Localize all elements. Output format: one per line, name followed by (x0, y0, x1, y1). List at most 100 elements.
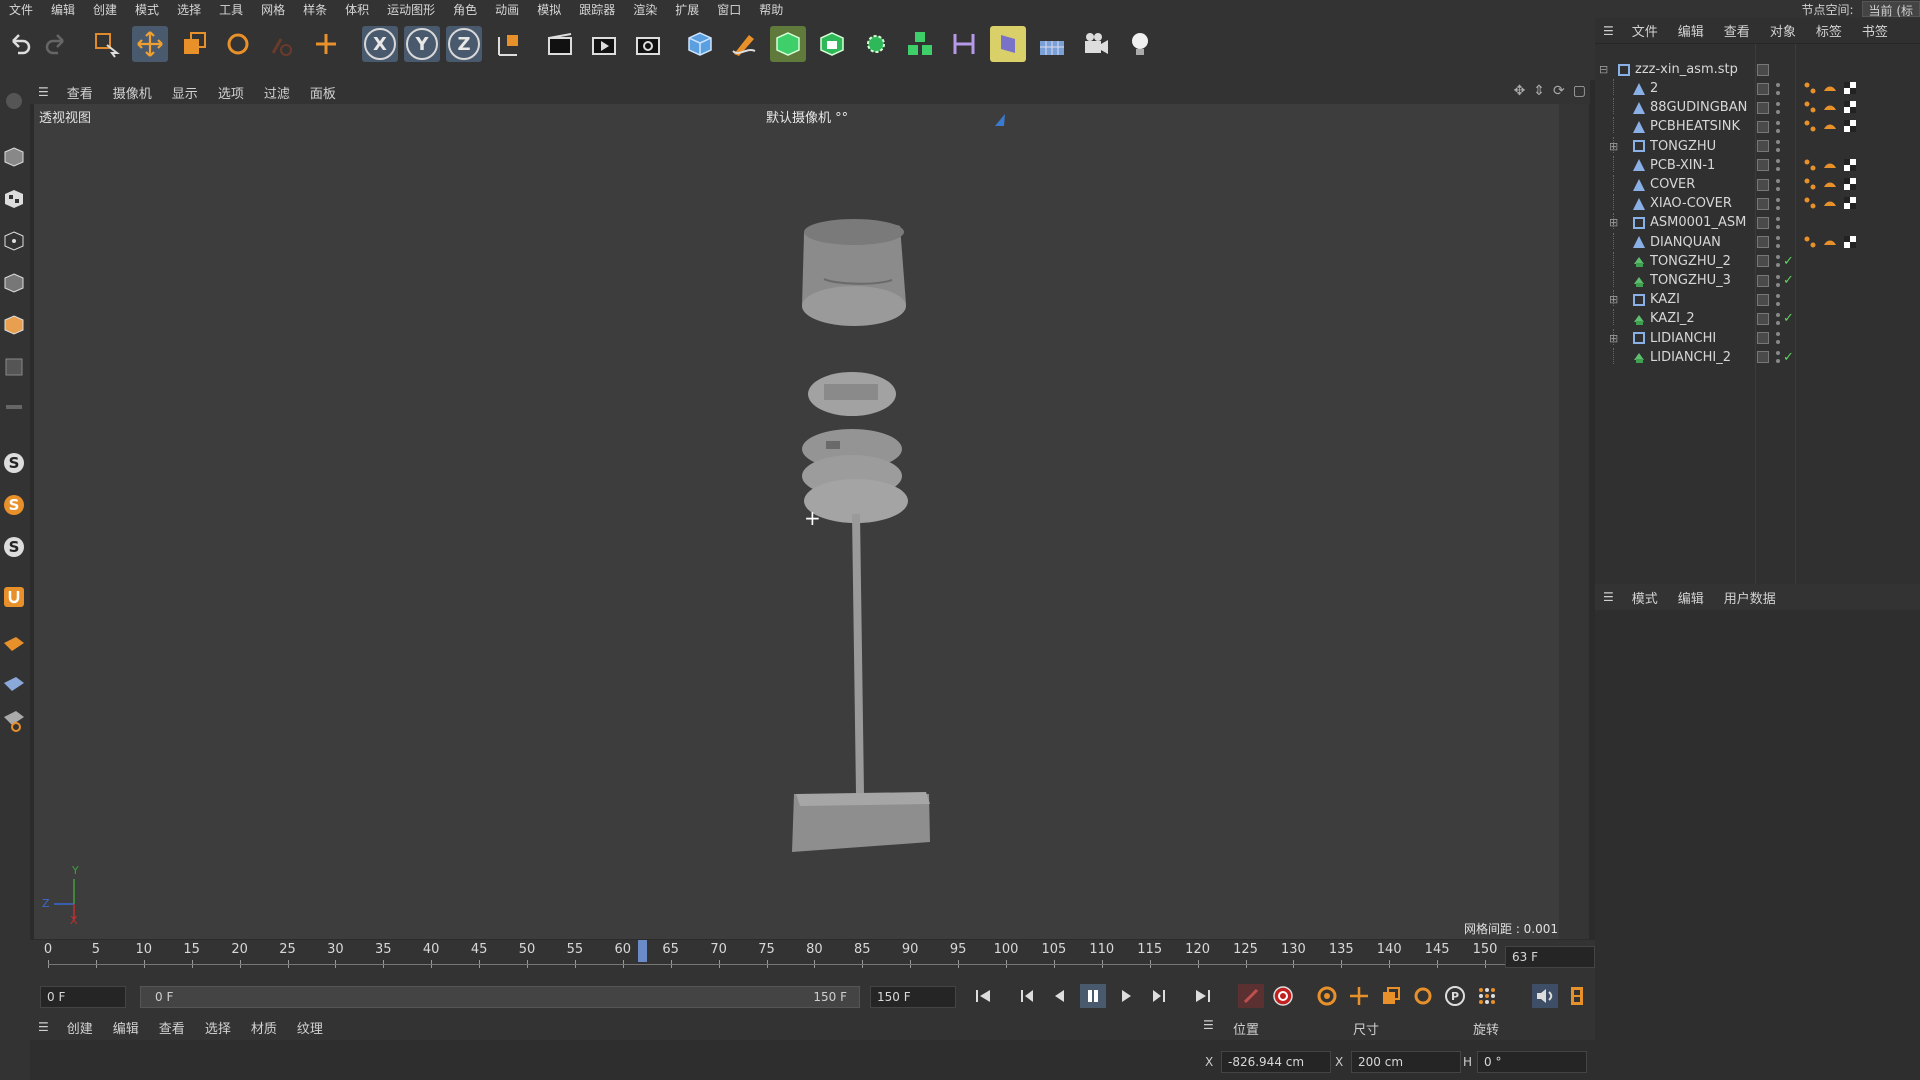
object-menu-item[interactable]: 文件 (1622, 21, 1668, 40)
material-menu-item[interactable]: 纹理 (287, 1018, 333, 1037)
make-editable-button[interactable] (1, 86, 27, 116)
current-frame-field[interactable]: 63 F (1505, 946, 1595, 968)
checker-tag-icon[interactable] (1843, 81, 1857, 95)
enabled-check-icon[interactable]: ✓ (1783, 273, 1794, 288)
menu-item[interactable]: 体积 (336, 1, 378, 18)
subdivision-button[interactable] (770, 26, 806, 62)
render-dots-icon[interactable] (1775, 273, 1781, 289)
phong-tag-icon[interactable] (1803, 196, 1817, 210)
recent-tool-button[interactable] (264, 26, 300, 62)
material-menu-item[interactable]: 创建 (57, 1018, 103, 1037)
checker-tag-icon[interactable] (1843, 235, 1857, 249)
material-tag-icon[interactable] (1823, 100, 1837, 114)
visibility-toggle[interactable] (1757, 101, 1769, 114)
key-rotation-button[interactable] (1410, 984, 1436, 1008)
autokey-button[interactable] (1270, 984, 1296, 1008)
locked-workplane-button[interactable] (1, 706, 27, 736)
timeline-ruler[interactable]: 0 5 10 15 20 25 30 35 40 45 50 55 60 65 70 75 80 85 90 95 10… (30, 940, 1595, 978)
grid-plane-button[interactable] (1, 630, 27, 660)
sound-button[interactable] (1532, 984, 1558, 1008)
menu-item[interactable]: 渲染 (624, 1, 666, 18)
viewport-menu-item[interactable]: 查看 (57, 83, 103, 102)
coordinate-system-button[interactable] (490, 26, 526, 62)
object-menu-item[interactable]: 编辑 (1668, 21, 1714, 40)
perspective-viewport[interactable]: 透视视图 默认摄像机 °° + Y Z X 网格间距: 0.001 cm (34, 104, 1589, 939)
timeline-window-button[interactable] (1564, 984, 1590, 1008)
deformer-button[interactable] (946, 26, 982, 62)
phong-tag-icon[interactable] (1803, 119, 1817, 133)
phong-tag-icon[interactable] (1803, 177, 1817, 191)
menu-item[interactable]: 扩展 (666, 1, 708, 18)
rotate-tool-button[interactable] (220, 26, 256, 62)
visibility-toggle[interactable] (1757, 140, 1769, 153)
render-view-button[interactable] (586, 26, 622, 62)
start-frame-field[interactable]: 0 F (40, 986, 126, 1008)
key-position-button[interactable] (1346, 984, 1372, 1008)
z-axis-button[interactable]: Z (446, 26, 482, 62)
menu-item[interactable]: 模拟 (528, 1, 570, 18)
prev-frame-button[interactable] (1046, 984, 1072, 1008)
h-rotation-field[interactable]: 0 ° (1477, 1051, 1587, 1073)
menu-item[interactable]: 样条 (294, 1, 336, 18)
scale-tool-button[interactable] (176, 26, 212, 62)
preview-range-slider[interactable]: 0 F 150 F (140, 986, 860, 1008)
visibility-toggle[interactable] (1757, 312, 1769, 325)
pen-button[interactable] (726, 26, 762, 62)
record-keys-button[interactable] (1238, 984, 1264, 1008)
menu-item[interactable]: 创建 (84, 1, 126, 18)
menu-item[interactable]: 网格 (252, 1, 294, 18)
render-dots-icon[interactable] (1775, 177, 1781, 193)
visibility-toggle[interactable] (1757, 255, 1769, 268)
play-pause-button[interactable] (1080, 984, 1106, 1008)
planar-workplane-button[interactable] (1, 668, 27, 698)
dolly-icon[interactable]: ⇕ (1533, 83, 1545, 99)
visibility-toggle[interactable] (1757, 178, 1769, 191)
viewport-menu-item[interactable]: 选项 (208, 83, 254, 102)
render-dots-icon[interactable] (1775, 157, 1781, 173)
material-menu-item[interactable]: 查看 (149, 1018, 195, 1037)
object-row[interactable]: LIDIANCHI_2 ✓ (1595, 346, 1920, 369)
material-tag-icon[interactable] (1823, 177, 1837, 191)
menu-item[interactable]: 帮助 (750, 1, 792, 18)
next-key-button[interactable] (1146, 984, 1172, 1008)
key-parameter-button[interactable]: P (1442, 984, 1468, 1008)
extrude-button[interactable] (814, 26, 850, 62)
material-tag-icon[interactable] (1823, 81, 1837, 95)
camera-button[interactable] (1078, 26, 1114, 62)
checker-tag-icon[interactable] (1843, 119, 1857, 133)
material-tag-icon[interactable] (1823, 196, 1837, 210)
texture-mode-button[interactable] (1, 184, 27, 214)
add-tool-button[interactable] (308, 26, 344, 62)
render-dots-icon[interactable] (1775, 215, 1781, 231)
menu-item[interactable]: 模式 (126, 1, 168, 18)
visibility-toggle[interactable] (1757, 236, 1769, 249)
select-tool-button[interactable] (88, 26, 124, 62)
redo-button[interactable] (38, 26, 74, 62)
end-frame-field[interactable]: 150 F (870, 986, 956, 1008)
viewport-menu-item[interactable]: 面板 (300, 83, 346, 102)
field-button[interactable] (990, 26, 1026, 62)
render-dots-icon[interactable] (1775, 330, 1781, 346)
point-mode-button[interactable] (1, 226, 27, 256)
mograph-button[interactable] (858, 26, 894, 62)
render-dots-icon[interactable] (1775, 81, 1781, 97)
visibility-toggle[interactable] (1757, 159, 1769, 172)
render-dots-icon[interactable] (1775, 119, 1781, 135)
enabled-check-icon[interactable]: ✓ (1783, 350, 1794, 365)
checker-tag-icon[interactable] (1843, 177, 1857, 191)
menu-item[interactable]: 角色 (444, 1, 486, 18)
light-button[interactable] (1122, 26, 1158, 62)
orbit-icon[interactable]: ⟳ (1553, 83, 1565, 99)
menu-item[interactable]: 动画 (486, 1, 528, 18)
cloner-button[interactable] (902, 26, 938, 62)
undo-button[interactable] (2, 26, 38, 62)
expand-icon[interactable]: ⊞ (1609, 140, 1618, 153)
x-axis-button[interactable]: X (362, 26, 398, 62)
axis-mode-button[interactable] (1, 392, 27, 422)
viewport-menu-item[interactable]: 摄像机 (103, 83, 162, 102)
key-selection-button[interactable] (1314, 984, 1340, 1008)
viewport-hamburger-icon[interactable]: ☰ (30, 85, 57, 99)
expand-icon[interactable]: ⊞ (1609, 332, 1618, 345)
goto-end-button[interactable] (1190, 984, 1216, 1008)
checker-tag-icon[interactable] (1843, 196, 1857, 210)
